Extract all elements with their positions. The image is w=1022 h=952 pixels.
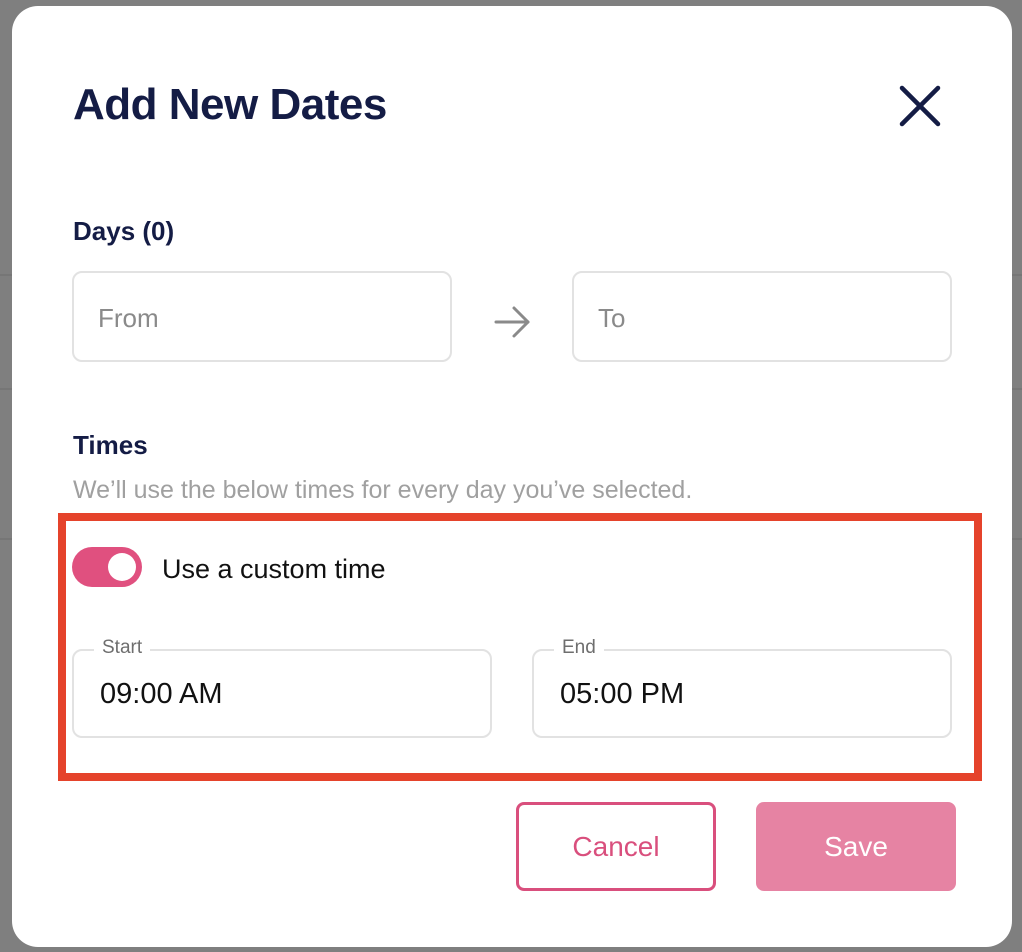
from-date-input[interactable] xyxy=(98,303,428,334)
start-time-label: Start xyxy=(94,637,151,659)
end-time-field[interactable]: End 05:00 PM xyxy=(532,637,952,738)
backdrop-divider xyxy=(0,274,12,276)
end-time-label: End xyxy=(554,637,604,659)
backdrop-divider xyxy=(1012,274,1022,276)
backdrop-divider xyxy=(1012,388,1022,390)
close-button[interactable] xyxy=(894,80,946,132)
close-icon xyxy=(899,85,941,127)
end-time-value[interactable]: 05:00 PM xyxy=(560,678,684,711)
days-label: Days (0) xyxy=(73,216,175,246)
to-date-input[interactable] xyxy=(598,303,928,334)
backdrop-divider xyxy=(1012,538,1022,540)
custom-time-toggle[interactable] xyxy=(72,547,142,587)
backdrop-divider xyxy=(0,538,12,540)
start-time-value[interactable]: 09:00 AM xyxy=(100,678,223,711)
backdrop-divider xyxy=(0,388,12,390)
arrow-right-icon xyxy=(494,306,530,338)
start-time-field[interactable]: Start 09:00 AM xyxy=(72,637,492,738)
add-new-dates-dialog: Add New Dates Days (0) Times We’ll use t… xyxy=(12,6,1012,947)
from-date-field[interactable] xyxy=(72,271,452,362)
cancel-button[interactable]: Cancel xyxy=(516,802,716,891)
toggle-knob xyxy=(108,553,136,581)
dialog-title: Add New Dates xyxy=(73,80,387,129)
custom-time-label: Use a custom time xyxy=(162,554,386,584)
times-description: We’ll use the below times for every day … xyxy=(73,476,693,504)
to-date-field[interactable] xyxy=(572,271,952,362)
times-label: Times xyxy=(73,430,148,460)
save-button[interactable]: Save xyxy=(756,802,956,891)
